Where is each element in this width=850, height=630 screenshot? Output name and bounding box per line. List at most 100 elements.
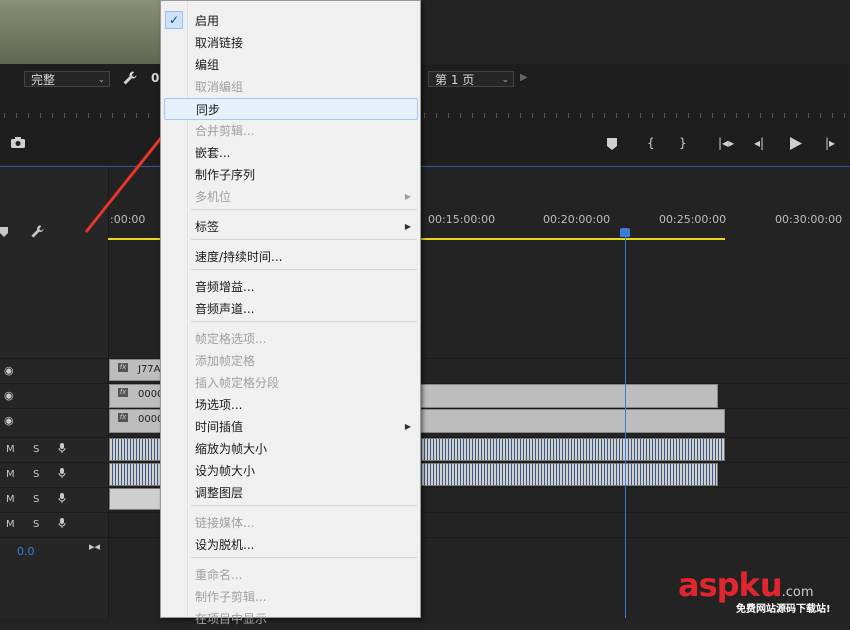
menu-item[interactable]: 速度/持续时间...	[161, 246, 420, 268]
menu-item[interactable]: 重命名...	[161, 564, 420, 586]
menu-item[interactable]: 标签 ▶	[161, 216, 420, 238]
playback-quality-select[interactable]: 完整 ⌄	[24, 71, 110, 87]
ruler-tick	[580, 113, 581, 118]
ruler-tick	[544, 113, 545, 118]
ruler-tick	[508, 113, 509, 118]
menu-item[interactable]: 制作子序列	[161, 164, 420, 186]
menu-item[interactable]: 音频声道...	[161, 298, 420, 320]
menu-item[interactable]: 取消编组	[161, 76, 420, 98]
solo-toggle[interactable]: S	[33, 519, 39, 530]
menu-item[interactable]: 编组	[161, 54, 420, 76]
mark-in-icon[interactable]: {	[647, 136, 655, 150]
menu-item-label: 制作子序列	[195, 168, 256, 182]
ruler-tick	[652, 113, 653, 118]
ruler-tick	[616, 113, 617, 118]
marker-icon[interactable]	[0, 227, 8, 237]
mute-toggle[interactable]: M	[6, 444, 15, 455]
menu-separator	[191, 505, 417, 506]
go-to-end-icon[interactable]: ▸◂	[89, 540, 100, 553]
eye-icon[interactable]: ◉	[4, 414, 14, 427]
ruler-tick	[16, 113, 17, 118]
next-page-arrow-icon[interactable]: ▶	[520, 72, 528, 83]
ruler-tick	[748, 113, 749, 118]
microphone-icon[interactable]	[58, 493, 66, 503]
camera-icon[interactable]	[11, 137, 25, 148]
menu-item-label: 缩放为帧大小	[195, 442, 268, 456]
menu-item[interactable]: 设为帧大小	[161, 460, 420, 482]
mute-toggle[interactable]: M	[6, 519, 15, 530]
menu-item[interactable]: 多机位 ▶	[161, 186, 420, 208]
master-volume-value[interactable]: 0.0	[17, 545, 35, 558]
ruler-tick	[76, 113, 77, 118]
eye-icon[interactable]: ◉	[4, 364, 14, 377]
go-to-in-icon[interactable]: |◂▸	[718, 136, 734, 150]
track-row-master	[0, 537, 850, 562]
menu-item-label: 添加帧定格	[195, 354, 256, 368]
chevron-down-icon: ⌄	[97, 75, 105, 85]
menu-item[interactable]: 缩放为帧大小	[161, 438, 420, 460]
menu-item[interactable]: 插入帧定格分段	[161, 372, 420, 394]
ruler-tick	[568, 113, 569, 118]
wrench-icon[interactable]	[122, 70, 138, 86]
microphone-icon[interactable]	[58, 443, 66, 453]
mark-out-icon[interactable]: }	[679, 136, 687, 150]
menu-item[interactable]: 在项目中显示	[161, 608, 420, 630]
playhead-handle[interactable]	[620, 228, 630, 237]
menu-item-label: 取消链接	[195, 36, 244, 50]
menu-item[interactable]: 合并剪辑...	[161, 120, 420, 142]
ruler-tick	[532, 113, 533, 118]
play-icon[interactable]	[790, 137, 802, 150]
menu-item[interactable]: 链接媒体...	[161, 512, 420, 534]
ruler-tick	[820, 113, 821, 118]
solo-toggle[interactable]: S	[33, 494, 39, 505]
track-row-a4: M S	[0, 512, 850, 537]
menu-item[interactable]: 调整图层	[161, 482, 420, 504]
ruler-tick	[520, 113, 521, 118]
menu-item[interactable]: 设为脱机...	[161, 534, 420, 556]
menu-item[interactable]: 音频增益...	[161, 276, 420, 298]
ruler-tick	[712, 113, 713, 118]
watermark-domain: .com	[781, 585, 814, 600]
menu-item[interactable]: 添加帧定格	[161, 350, 420, 372]
submenu-arrow-icon: ▶	[404, 222, 411, 231]
ruler-tick	[448, 113, 449, 118]
ruler-tick	[556, 113, 557, 118]
solo-toggle[interactable]: S	[33, 444, 39, 455]
step-back-icon[interactable]: ◂|	[754, 136, 764, 150]
menu-item[interactable]: ✓ 启用	[161, 10, 420, 32]
fx-badge-icon: fx	[118, 363, 128, 372]
menu-item[interactable]: 制作子剪辑...	[161, 586, 420, 608]
ruler-tick	[424, 113, 425, 118]
fx-badge-icon: fx	[118, 388, 128, 397]
menu-item-label: 设为帧大小	[195, 464, 256, 478]
eye-icon[interactable]: ◉	[4, 389, 14, 402]
timecode-label: 00:15:00:00	[428, 213, 496, 226]
menu-item[interactable]: 时间插值 ▶	[161, 416, 420, 438]
add-marker-icon[interactable]	[607, 138, 617, 150]
menu-item[interactable]: 嵌套...	[161, 142, 420, 164]
ruler-tick	[700, 113, 701, 118]
page-select[interactable]: 第 1 页 ⌄	[428, 71, 514, 87]
ruler-tick	[832, 113, 833, 118]
menu-item[interactable]: 取消链接	[161, 32, 420, 54]
solo-toggle[interactable]: S	[33, 469, 39, 480]
mute-toggle[interactable]: M	[6, 494, 15, 505]
ruler-tick	[688, 113, 689, 118]
menu-item[interactable]: 同步	[164, 98, 418, 120]
ruler-tick	[736, 113, 737, 118]
menu-item-label: 标签	[195, 220, 220, 234]
step-forward-icon[interactable]: |▸	[825, 136, 835, 150]
mute-toggle[interactable]: M	[6, 469, 15, 480]
video-clip[interactable]: fx J77A	[109, 359, 164, 381]
menu-item[interactable]: 帧定格选项...	[161, 328, 420, 350]
watermark-subtitle: 免费网站源码下载站!	[736, 604, 831, 615]
menu-item-label: 音频增益...	[195, 280, 255, 294]
microphone-icon[interactable]	[58, 518, 66, 528]
page-select-value: 第 1 页	[435, 73, 475, 87]
menu-item-label: 链接媒体...	[195, 516, 255, 530]
ruler-tick	[808, 113, 809, 118]
microphone-icon[interactable]	[58, 468, 66, 478]
timeline-settings-wrench-icon[interactable]	[30, 224, 45, 239]
audio-clip[interactable]	[109, 488, 161, 510]
menu-item[interactable]: 场选项...	[161, 394, 420, 416]
